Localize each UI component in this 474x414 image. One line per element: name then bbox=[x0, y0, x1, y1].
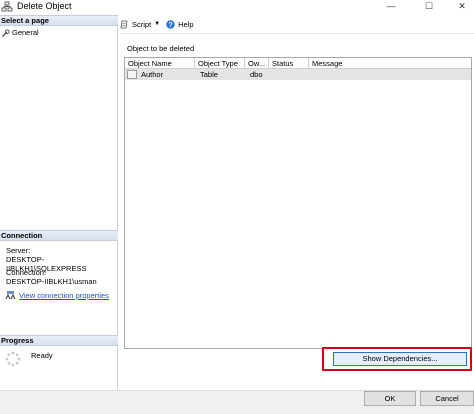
svg-text:?: ? bbox=[168, 22, 172, 29]
ok-button[interactable]: OK bbox=[364, 391, 416, 406]
row-object-type: Table bbox=[200, 70, 218, 79]
progress-header: Progress bbox=[0, 335, 118, 346]
left-pane: Select a page General Connection Server:… bbox=[0, 15, 118, 389]
page-item-label: General bbox=[12, 28, 39, 37]
script-label: Script bbox=[132, 19, 152, 29]
help-button[interactable]: ? Help bbox=[166, 19, 194, 29]
connection-header: Connection bbox=[0, 230, 118, 241]
show-dependencies-button[interactable]: Show Dependencies... bbox=[333, 352, 467, 366]
minimize-button[interactable]: — bbox=[380, 0, 402, 12]
column-header-message[interactable]: Message bbox=[309, 58, 471, 69]
connection-properties-icon bbox=[5, 291, 16, 300]
column-header-status[interactable]: Status bbox=[269, 58, 309, 69]
row-owner: dbo bbox=[250, 70, 263, 79]
script-icon bbox=[120, 20, 128, 28]
row-object-name: Author bbox=[141, 70, 164, 79]
objects-grid[interactable]: Object Name Object Type Ow... Status Mes… bbox=[124, 57, 472, 349]
select-page-header: Select a page bbox=[0, 15, 118, 26]
cancel-button[interactable]: Cancel bbox=[420, 391, 474, 406]
window-title: Delete Object bbox=[17, 1, 72, 11]
connection-value: DESKTOP-IIBLKH1\usman bbox=[6, 277, 97, 286]
column-header-owner[interactable]: Ow... bbox=[245, 58, 269, 69]
view-connection-properties[interactable]: View connection properties bbox=[5, 290, 109, 300]
close-button[interactable]: ✕ bbox=[451, 0, 473, 12]
page-item-general[interactable]: General bbox=[1, 28, 39, 38]
connection-label: Connection: bbox=[6, 268, 47, 277]
table-row[interactable]: Author Table dbo bbox=[125, 69, 471, 80]
delete-object-icon bbox=[1, 1, 13, 12]
progress-spinner-icon bbox=[5, 351, 21, 367]
wrench-icon bbox=[2, 28, 10, 37]
script-button[interactable]: Script ▼ bbox=[120, 20, 160, 29]
toolbar: Script ▼ ? Help bbox=[120, 18, 200, 30]
column-header-object-type[interactable]: Object Type bbox=[195, 58, 245, 69]
row-selector[interactable] bbox=[127, 70, 137, 79]
help-icon: ? bbox=[166, 19, 175, 29]
server-label: Server: bbox=[6, 246, 31, 255]
objects-label: Object to be deleted bbox=[127, 44, 195, 53]
view-connection-link[interactable]: View connection properties bbox=[19, 291, 109, 300]
row-message bbox=[311, 69, 314, 80]
maximize-button[interactable]: ☐ bbox=[418, 0, 440, 12]
grid-header: Object Name Object Type Ow... Status Mes… bbox=[125, 58, 471, 69]
progress-status: Ready bbox=[31, 351, 53, 360]
title-bar: Delete Object — ☐ ✕ bbox=[0, 0, 474, 14]
help-label: Help bbox=[178, 19, 194, 29]
chevron-down-icon[interactable]: ▼ bbox=[154, 21, 160, 27]
row-status bbox=[271, 69, 274, 80]
toolbar-divider bbox=[120, 33, 474, 34]
column-header-object-name[interactable]: Object Name bbox=[125, 58, 195, 69]
